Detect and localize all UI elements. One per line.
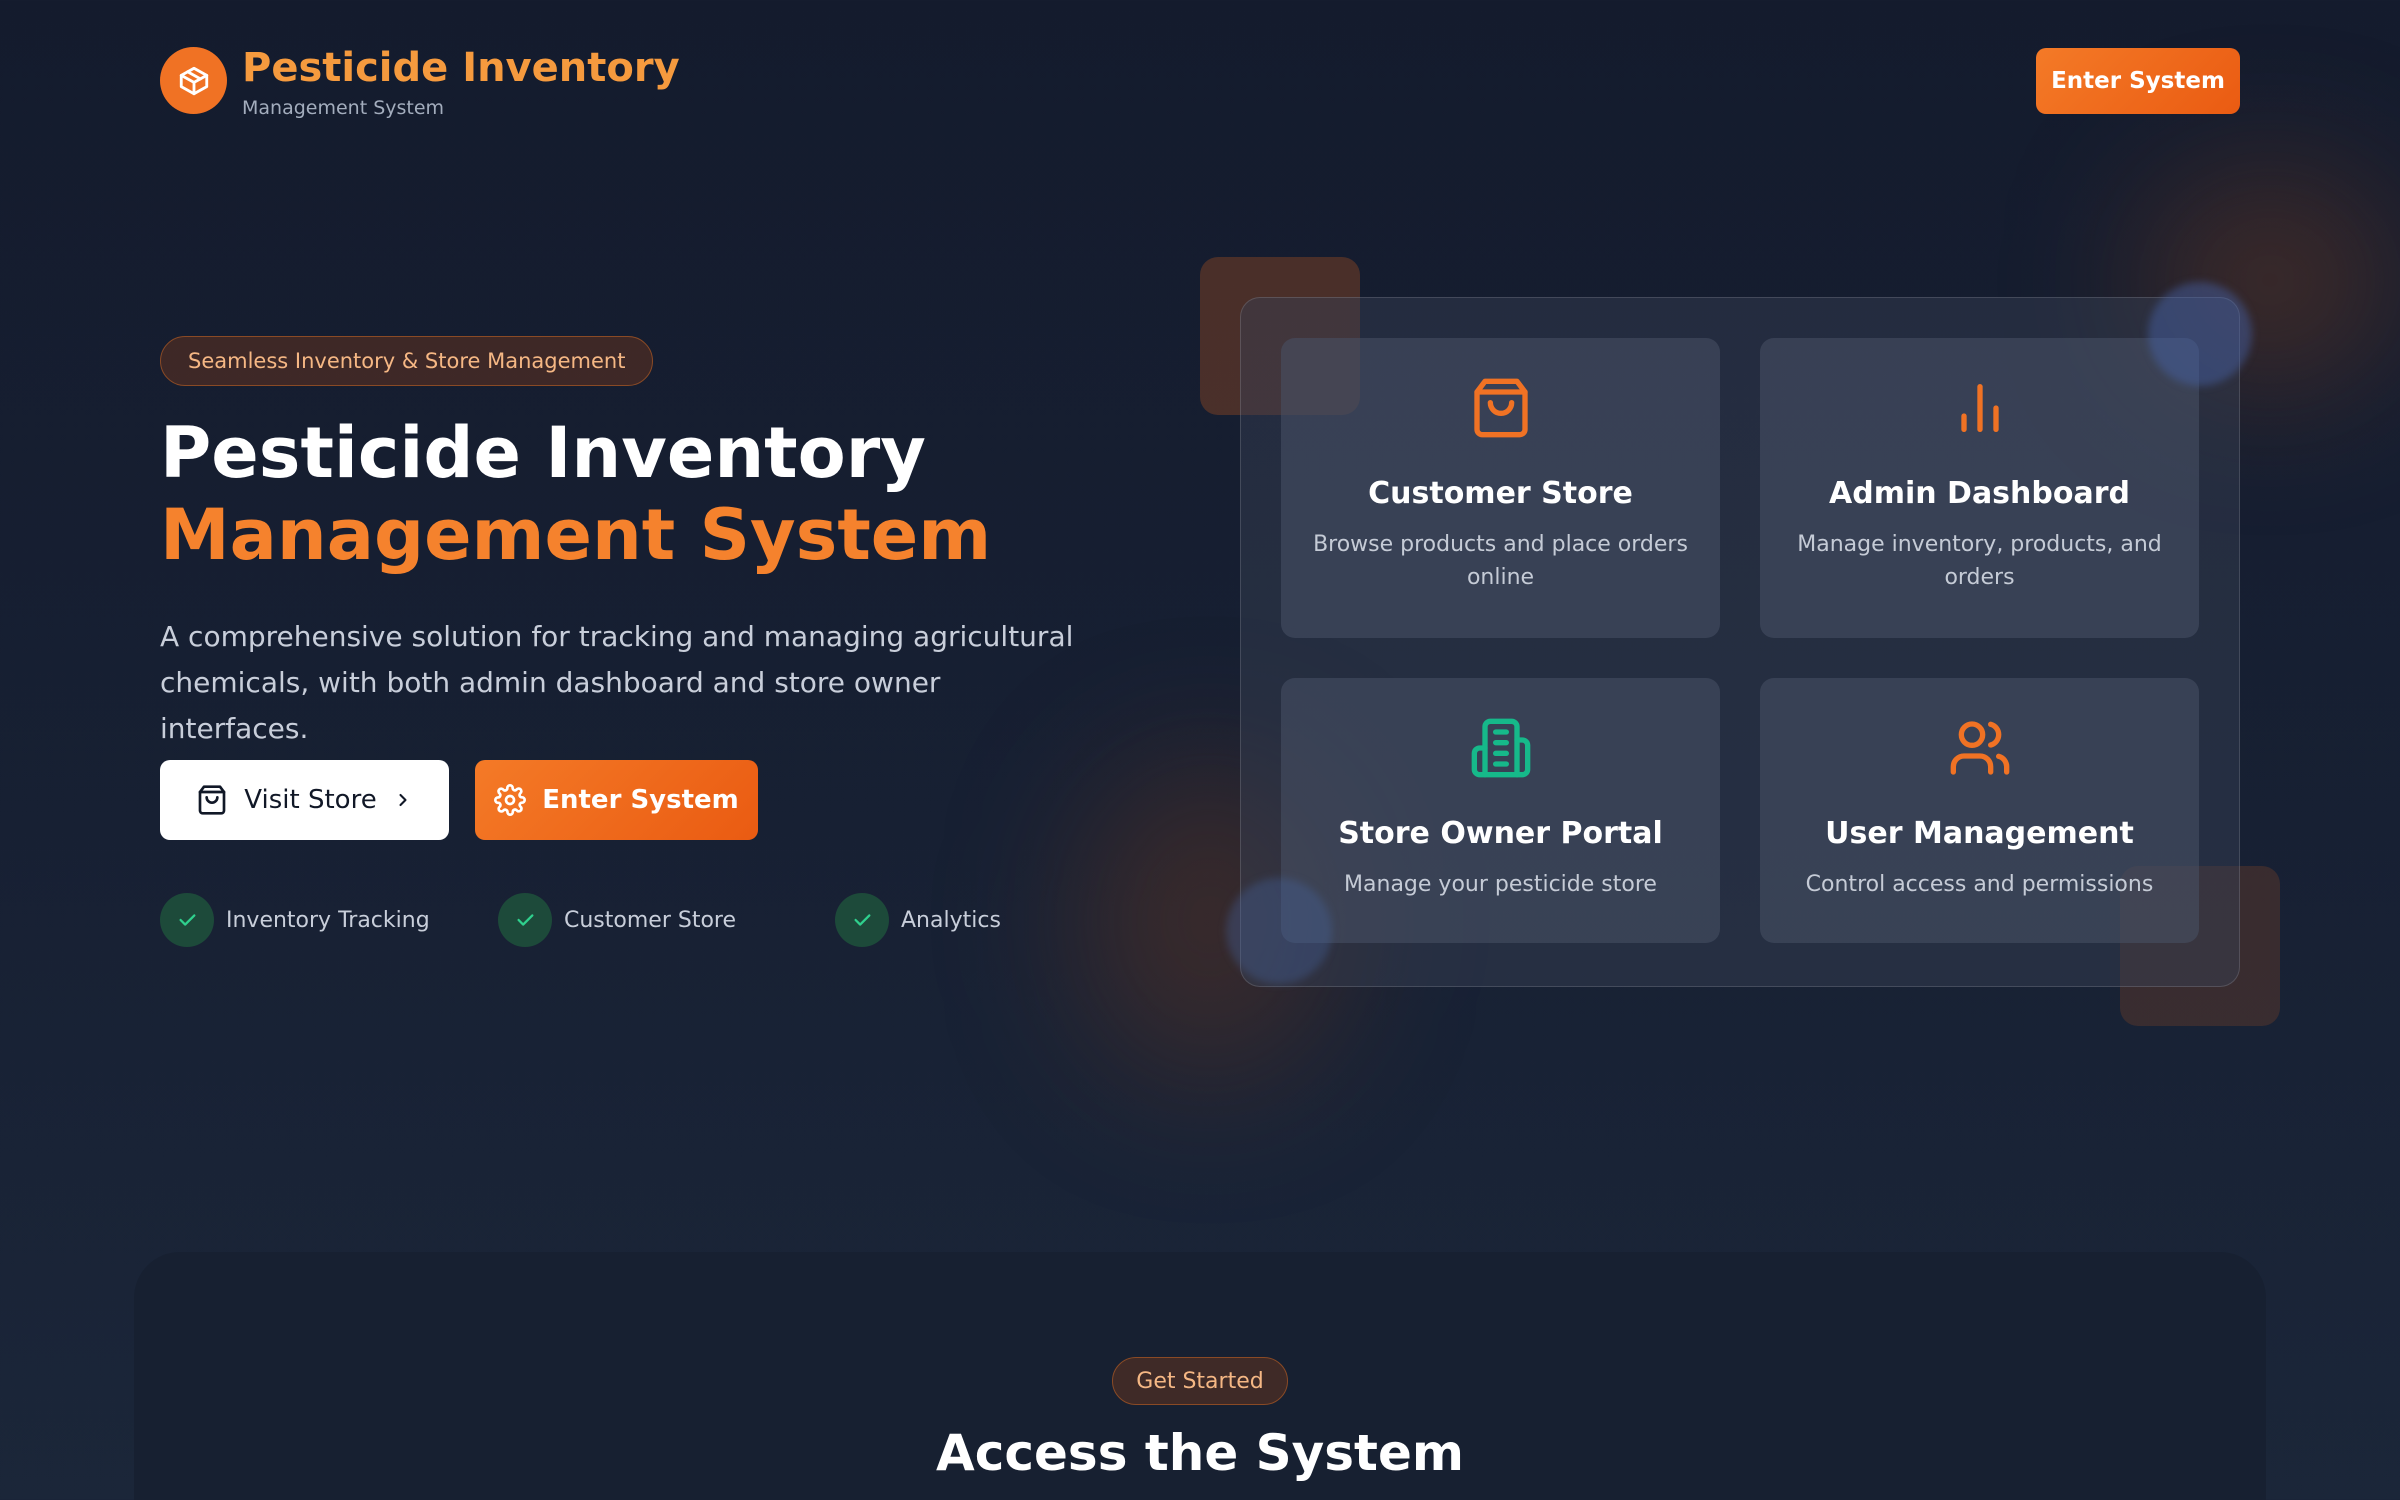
card-user-management[interactable]: User Management Control access and permi…	[1760, 678, 2199, 943]
enter-system-label: Enter System	[542, 785, 739, 815]
card-title: User Management	[1825, 816, 2134, 851]
decorative-circle	[1226, 878, 1332, 984]
feature-label: Analytics	[901, 907, 1001, 933]
get-started-badge: Get Started	[1112, 1357, 1288, 1405]
hero-badge: Seamless Inventory & Store Management	[160, 336, 654, 386]
feature-item: Analytics	[835, 893, 1001, 947]
users-icon	[1950, 721, 2009, 775]
feature-item: Inventory Tracking	[160, 893, 430, 947]
card-description: Control access and permissions	[1805, 872, 2154, 897]
shopping-bag-icon	[198, 785, 226, 815]
card-description: Manage your pesticide store	[1344, 872, 1657, 897]
building-icon	[1471, 718, 1530, 778]
enter-system-button[interactable]: Enter System	[475, 760, 758, 840]
card-description: Manage inventory, products, and orders	[1797, 532, 2162, 590]
access-title: Access the System	[936, 1424, 1464, 1482]
hero-title-line2: Management System	[160, 494, 992, 576]
visit-store-label: Visit Store	[244, 785, 377, 815]
package-icon	[160, 47, 227, 114]
card-title: Admin Dashboard	[1829, 476, 2130, 511]
check-icon	[835, 893, 889, 947]
shopping-bag-icon	[1473, 378, 1528, 438]
logo-title: Pesticide Inventory	[242, 45, 680, 91]
logo-subtitle: Management System	[242, 97, 445, 119]
chevron-right-icon	[399, 793, 407, 807]
card-customer-store[interactable]: Customer Store Browse products and place…	[1281, 338, 1720, 638]
card-title: Store Owner Portal	[1338, 816, 1663, 851]
card-description: Browse products and place orders online	[1313, 532, 1688, 590]
hero-title: Pesticide Inventory Management System	[160, 412, 991, 576]
card-title: Customer Store	[1368, 476, 1633, 511]
check-icon	[498, 893, 552, 947]
visit-store-button[interactable]: Visit Store	[160, 760, 449, 840]
feature-label: Customer Store	[564, 907, 737, 933]
card-admin-dashboard[interactable]: Admin Dashboard Manage inventory, produc…	[1760, 338, 2199, 638]
hero-title-line1: Pesticide Inventory	[160, 412, 926, 494]
decorative-circle	[2148, 282, 2252, 386]
check-icon	[160, 893, 214, 947]
bar-chart-icon	[1960, 384, 1999, 432]
header-enter-system-button[interactable]: Enter System	[2036, 48, 2240, 114]
feature-panel: Customer Store Browse products and place…	[1240, 297, 2240, 987]
gear-icon	[494, 784, 527, 816]
feature-label: Inventory Tracking	[226, 907, 430, 933]
feature-item: Customer Store	[498, 893, 736, 947]
card-store-owner-portal[interactable]: Store Owner Portal Manage your pesticide…	[1281, 678, 1720, 943]
logo[interactable]: Pesticide Inventory Management System	[160, 45, 680, 119]
hero-description: A comprehensive solution for tracking an…	[160, 620, 1074, 745]
